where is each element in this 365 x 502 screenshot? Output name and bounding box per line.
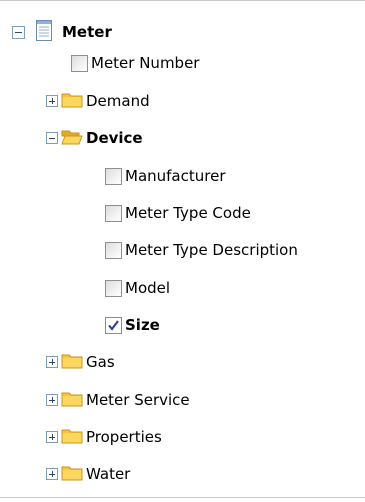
checkmark-icon [108, 319, 119, 331]
tree-node-label: Meter Number [91, 54, 200, 72]
collapse-icon[interactable] [12, 25, 25, 39]
meter-type-description-checkbox[interactable] [105, 241, 122, 259]
tree-node-label: Manufacturer [125, 167, 226, 185]
folder-icon [61, 390, 86, 411]
tree-node-size[interactable]: Size [105, 313, 160, 337]
tree-node-label: Meter [62, 23, 112, 41]
meter-number-checkbox[interactable] [71, 54, 88, 72]
tree-node-meter-type-code[interactable]: Meter Type Code [105, 201, 251, 225]
expand-icon[interactable] [46, 431, 58, 443]
tree-node-manufacturer[interactable]: Manufacturer [105, 164, 226, 188]
expand-icon[interactable] [46, 356, 58, 368]
tree-node-label: Gas [86, 353, 115, 371]
tree-node-label: Size [125, 316, 160, 334]
folder-icon [61, 427, 86, 448]
folder-icon [61, 464, 86, 485]
tree-node-label: Device [86, 129, 143, 147]
top-divider [0, 0, 365, 1]
meter-type-code-checkbox[interactable] [105, 204, 122, 222]
folder-icon [61, 352, 86, 373]
tree-node-label: Model [125, 279, 171, 297]
document-icon [36, 19, 62, 45]
collapse-icon[interactable] [46, 132, 58, 144]
tree-node-label: Meter Service [86, 391, 190, 409]
tree-node-meter-type-description[interactable]: Meter Type Description [105, 238, 298, 262]
tree-node-water[interactable]: Water [46, 462, 130, 486]
tree-node-meter-service[interactable]: Meter Service [46, 388, 190, 412]
folder-open-icon [61, 128, 86, 149]
tree-node-label: Properties [86, 428, 162, 446]
bottom-divider [0, 497, 365, 498]
tree-node-demand[interactable]: Demand [46, 89, 150, 113]
model-checkbox[interactable] [105, 279, 122, 297]
expand-icon[interactable] [46, 95, 58, 107]
expand-icon[interactable] [46, 468, 58, 480]
folder-icon [61, 91, 86, 112]
size-checkbox[interactable] [105, 316, 122, 334]
tree-node-label: Demand [86, 92, 150, 110]
tree-node-meter[interactable]: Meter [12, 19, 112, 45]
tree-node-label: Meter Type Description [125, 241, 298, 259]
tree-node-label: Water [86, 465, 131, 483]
tree-node-device[interactable]: Device [46, 126, 143, 150]
tree-node-label: Meter Type Code [125, 204, 251, 222]
tree-node-gas[interactable]: Gas [46, 350, 115, 374]
manufacturer-checkbox[interactable] [105, 167, 122, 185]
tree-node-model[interactable]: Model [105, 276, 170, 300]
tree-node-meter-number[interactable]: Meter Number [71, 51, 199, 75]
expand-icon[interactable] [46, 394, 58, 406]
tree-node-properties[interactable]: Properties [46, 425, 162, 449]
